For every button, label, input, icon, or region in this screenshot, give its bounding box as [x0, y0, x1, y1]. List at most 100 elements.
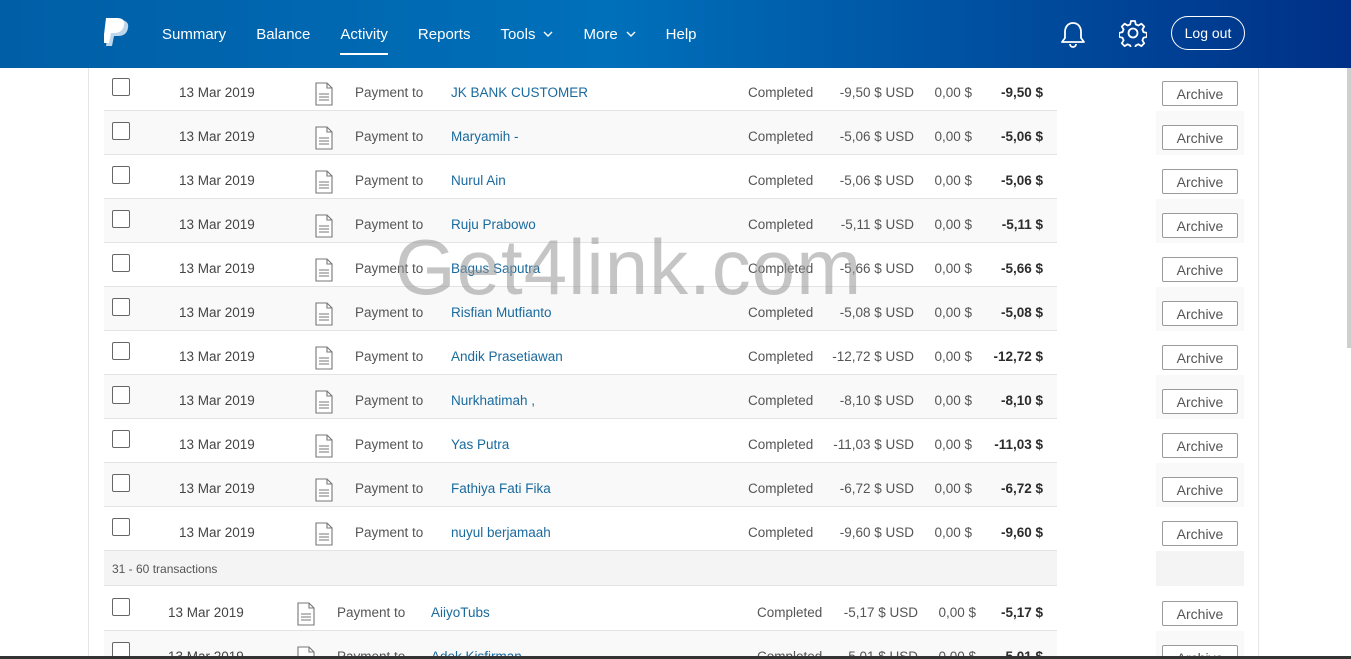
row-fee: 0,00 $	[938, 605, 976, 620]
table-row[interactable]: 13 Mar 2019 Payment to Adek Kisfirman Compl…	[104, 631, 1057, 659]
archive-button[interactable]: Archive	[1162, 169, 1238, 194]
nav-item-more[interactable]: More	[583, 0, 636, 68]
table-row[interactable]: 13 Mar 2019 Payment to Nurkhatimah , Comple…	[104, 375, 1057, 419]
row-checkbox[interactable]	[112, 210, 130, 228]
row-counterparty-link[interactable]: nuyul berjamaah	[451, 525, 551, 540]
logout-button[interactable]: Log out	[1171, 16, 1245, 50]
archive-button[interactable]: Archive	[1162, 301, 1238, 326]
row-counterparty-link[interactable]: Risfian Mutfianto	[451, 305, 552, 320]
page-border-left	[88, 68, 89, 659]
chevron-down-icon	[543, 31, 553, 37]
paypal-logo[interactable]	[104, 18, 132, 48]
archive-button[interactable]: Archive	[1162, 389, 1238, 414]
row-date: 13 Mar 2019	[179, 305, 255, 320]
nav-item-help[interactable]: Help	[666, 0, 697, 68]
row-type: Payment to	[355, 481, 424, 496]
table-row[interactable]: 13 Mar 2019 Payment to Fathiya Fati Fika Co…	[104, 463, 1057, 507]
row-counterparty-link[interactable]: Yas Putra	[451, 437, 509, 452]
archive-button[interactable]: Archive	[1162, 81, 1238, 106]
row-checkbox[interactable]	[112, 598, 130, 616]
bell-icon[interactable]	[1060, 20, 1086, 48]
row-checkbox[interactable]	[112, 430, 130, 448]
row-date: 13 Mar 2019	[179, 173, 255, 188]
row-fee: 0,00 $	[934, 129, 972, 144]
row-checkbox[interactable]	[112, 518, 130, 536]
row-status: Completed	[757, 605, 823, 620]
row-net: -5,11 $	[1001, 217, 1043, 232]
row-counterparty-link[interactable]: JK BANK CUSTOMER	[451, 85, 588, 100]
archive-button[interactable]: Archive	[1162, 257, 1238, 282]
row-fee: 0,00 $	[934, 173, 972, 188]
archive-button[interactable]: Archive	[1162, 521, 1238, 546]
row-counterparty-link[interactable]: Nurul Ain	[451, 173, 506, 188]
row-gross: -8,10 $ USD	[839, 393, 914, 408]
archive-button[interactable]: Archive	[1162, 345, 1238, 370]
archive-button[interactable]: Archive	[1162, 213, 1238, 238]
row-checkbox[interactable]	[112, 78, 130, 96]
row-fee: 0,00 $	[934, 437, 972, 452]
nav-item-label: Summary	[162, 25, 227, 43]
archive-button[interactable]: Archive	[1162, 477, 1238, 502]
row-counterparty-link[interactable]: Andik Prasetiawan	[451, 349, 563, 364]
row-counterparty-link[interactable]: Nurkhatimah ,	[451, 393, 535, 408]
row-date: 13 Mar 2019	[179, 217, 255, 232]
row-checkbox[interactable]	[112, 298, 130, 316]
row-checkbox[interactable]	[112, 474, 130, 492]
table-row[interactable]: 13 Mar 2019 Payment to Nurul Ain Completed -…	[104, 155, 1057, 199]
row-counterparty-link[interactable]: Fathiya Fati Fika	[451, 481, 551, 496]
archive-button[interactable]: Archive	[1162, 601, 1238, 626]
row-counterparty-link[interactable]: Ruju Prabowo	[451, 217, 536, 232]
row-checkbox[interactable]	[112, 386, 130, 404]
scrollbar[interactable]	[1347, 68, 1351, 348]
archive-button[interactable]: Archive	[1162, 125, 1238, 150]
archive-button[interactable]: Archive	[1162, 433, 1238, 458]
row-status: Completed	[748, 437, 814, 452]
gear-icon[interactable]	[1119, 19, 1147, 47]
document-icon	[315, 390, 333, 414]
row-date: 13 Mar 2019	[179, 393, 255, 408]
table-row[interactable]: 13 Mar 2019 Payment to AiiyoTubs Completed -…	[104, 587, 1057, 631]
nav-item-label: Balance	[256, 25, 311, 43]
nav-item-summary[interactable]: Summary	[162, 0, 226, 68]
row-counterparty-link[interactable]: AiiyoTubs	[431, 605, 490, 620]
document-icon	[315, 214, 333, 238]
row-gross: -5,11 $ USD	[840, 217, 914, 232]
nav-item-tools[interactable]: Tools	[500, 0, 553, 68]
section-divider-archive-column	[1156, 551, 1244, 586]
row-type: Payment to	[355, 173, 424, 188]
row-net: -5,06 $	[1000, 173, 1043, 188]
nav-item-reports[interactable]: Reports	[418, 0, 471, 68]
row-type: Payment to	[355, 349, 424, 364]
table-row[interactable]: 13 Mar 2019 Payment to nuyul berjamaah Comp…	[104, 507, 1057, 551]
row-checkbox[interactable]	[112, 122, 130, 140]
row-type: Payment to	[355, 129, 424, 144]
nav-item-balance[interactable]: Balance	[256, 0, 310, 68]
row-status: Completed	[748, 217, 814, 232]
row-net: -5,17 $	[1000, 605, 1043, 620]
table-row[interactable]: 13 Mar 2019 Payment to JK BANK CUSTOMER Com…	[104, 67, 1057, 111]
document-icon	[315, 82, 333, 106]
nav-item-activity[interactable]: Activity	[340, 0, 388, 68]
row-net: -12,72 $	[993, 349, 1043, 364]
row-date: 13 Mar 2019	[179, 437, 255, 452]
table-row[interactable]: 13 Mar 2019 Payment to Yas Putra Completed -…	[104, 419, 1057, 463]
row-net: -5,08 $	[1000, 305, 1043, 320]
document-icon	[315, 302, 333, 326]
row-gross: -5,06 $ USD	[839, 129, 914, 144]
row-status: Completed	[748, 349, 814, 364]
row-checkbox[interactable]	[112, 342, 130, 360]
table-row[interactable]: 13 Mar 2019 Payment to Ruju Prabowo Complet…	[104, 199, 1057, 243]
table-row[interactable]: 13 Mar 2019 Payment to Andik Prasetiawan Co…	[104, 331, 1057, 375]
row-fee: 0,00 $	[934, 305, 972, 320]
row-checkbox[interactable]	[112, 254, 130, 272]
row-type: Payment to	[355, 437, 424, 452]
row-counterparty-link[interactable]: Bagus Saputra	[451, 261, 540, 276]
row-date: 13 Mar 2019	[179, 129, 255, 144]
table-row[interactable]: 13 Mar 2019 Payment to Maryamih - Completed…	[104, 111, 1057, 155]
document-icon	[315, 170, 333, 194]
row-counterparty-link[interactable]: Maryamih -	[451, 129, 519, 144]
table-row[interactable]: 13 Mar 2019 Payment to Bagus Saputra Comple…	[104, 243, 1057, 287]
row-checkbox[interactable]	[112, 166, 130, 184]
row-type: Payment to	[355, 525, 424, 540]
table-row[interactable]: 13 Mar 2019 Payment to Risfian Mutfianto Co…	[104, 287, 1057, 331]
